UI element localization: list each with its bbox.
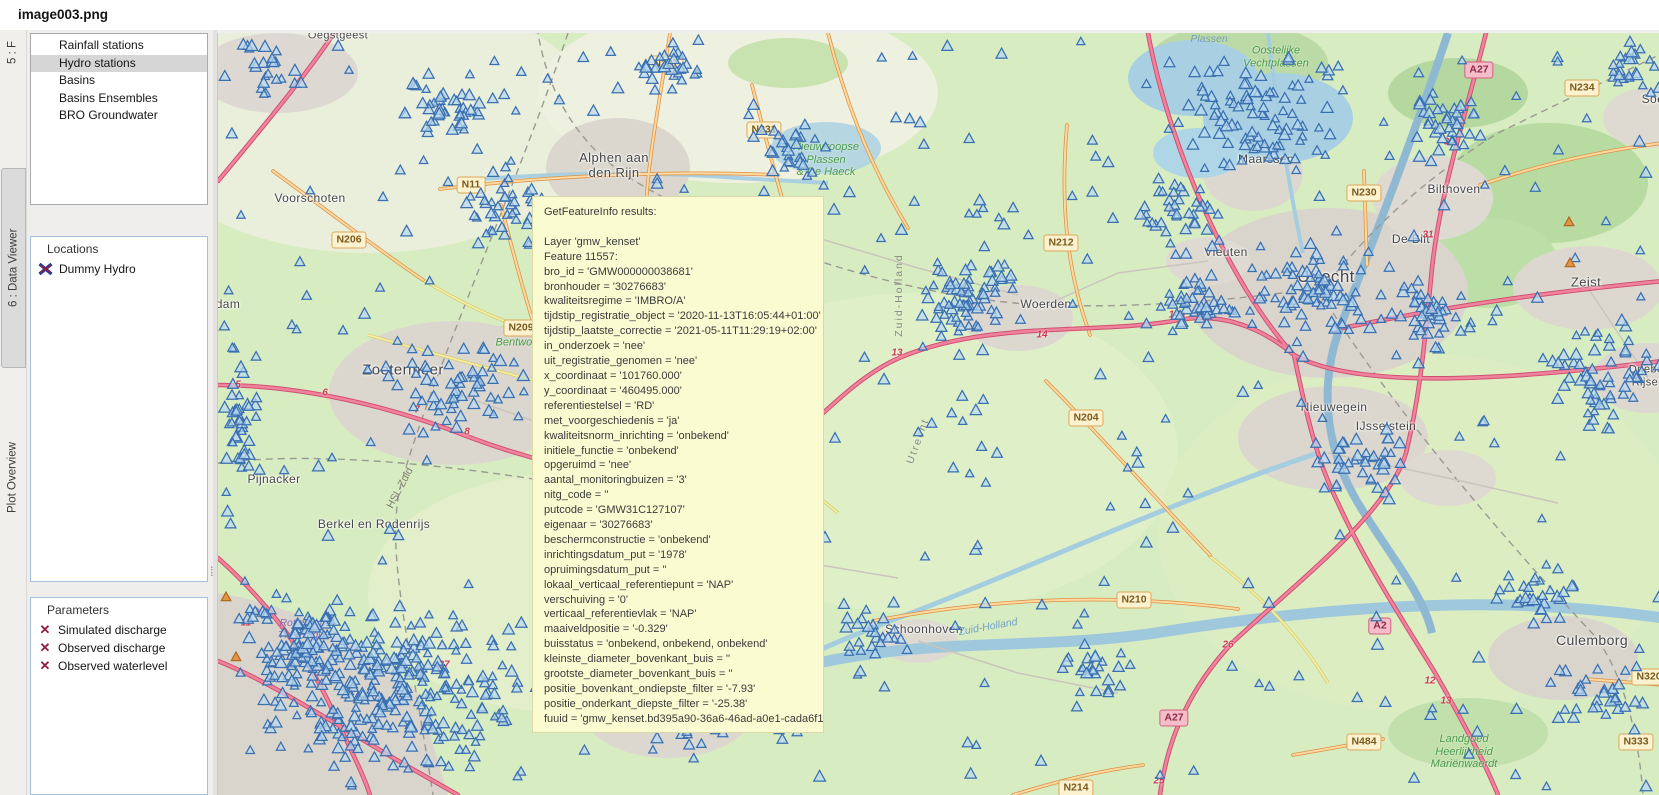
left-tab-strip: 5 : F 6 : Data Viewer Plot Overview: [0, 0, 27, 795]
tooltip-line: kwaliteitsregime = 'IMBRO/A': [544, 294, 817, 309]
tooltip-line: met_voorgeschiedenis = 'ja': [544, 414, 817, 429]
tooltip-line: referentiestelsel = 'RD': [544, 399, 817, 414]
window-title: image003.png: [0, 0, 108, 30]
tooltip-line: fuuid = 'gmw_kenset.bd395a90-36a6-46ad-a…: [544, 712, 817, 727]
tooltip-line: maaiveldpositie = '-0.329': [544, 622, 817, 637]
tooltip-line: x_coordinaat = '101760.000': [544, 369, 817, 384]
tooltip-line: eigenaar = '30276683': [544, 518, 817, 533]
location-item-dummy-hydro[interactable]: Dummy Hydro: [31, 260, 207, 278]
tooltip-line: positie_onderkant_diepste_filter = '-25.…: [544, 697, 817, 712]
parameter-item-simulated-discharge[interactable]: ✕ Simulated discharge: [31, 621, 207, 639]
tooltip-line: initiele_functie = 'onbekend': [544, 444, 817, 459]
tooltip-line: Feature 11557:: [544, 250, 817, 265]
map-base-layer: [218, 33, 1659, 795]
x-marker-icon: ✕: [38, 623, 52, 637]
window-title-bar: image003.png: [0, 0, 1659, 30]
tooltip-line: bro_id = 'GMW000000038681': [544, 265, 817, 280]
layers-list-item-basins[interactable]: Basins: [31, 72, 207, 90]
parameter-item-label: Observed waterlevel: [58, 659, 167, 673]
tooltip-line: [544, 220, 817, 235]
parameters-items: ✕Simulated discharge✕Observed discharge✕…: [31, 621, 207, 675]
locations-items: Dummy Hydro: [31, 260, 207, 278]
layers-list-item-rainfall-stations[interactable]: Rainfall stations: [31, 37, 207, 55]
tooltip-line: tijdstip_registratie_object = '2020-11-1…: [544, 309, 817, 324]
hydro-location-marker-icon: [38, 262, 53, 276]
map-viewport[interactable]: OegstgeestVoorschotenAlphen aan den Rijn…: [217, 33, 1659, 795]
tooltip-line: kleinste_diameter_bovenkant_buis = '': [544, 652, 817, 667]
tooltip-line: Layer 'gmw_kenset': [544, 235, 817, 250]
tooltip-line: y_coordinaat = '460495.000': [544, 384, 817, 399]
parameter-item-label: Simulated discharge: [58, 623, 167, 637]
panel-splitter[interactable]: ⁞: [213, 30, 217, 795]
parameters-panel-title: Parameters: [31, 598, 207, 621]
tooltip-line: positie_bovenkant_ondiepste_filter = '-7…: [544, 682, 817, 697]
tooltip-line: grootste_diameter_bovenkant_buis = '': [544, 667, 817, 682]
tooltip-line: putcode = 'GMW31C127107': [544, 503, 817, 518]
parameter-item-observed-waterlevel[interactable]: ✕ Observed waterlevel: [31, 657, 207, 675]
parameter-item-observed-discharge[interactable]: ✕ Observed discharge: [31, 639, 207, 657]
sidebar: Rainfall stationsHydro stationsBasinsBas…: [27, 30, 213, 795]
tooltip-line: verschuiving = '0': [544, 593, 817, 608]
tooltip-line: opgeruimd = 'nee': [544, 458, 817, 473]
tooltip-line: in_onderzoek = 'nee': [544, 339, 817, 354]
layers-list-item-hydro-stations[interactable]: Hydro stations: [31, 55, 207, 73]
application-window: image003.png 5 : F 6 : Data Viewer Plot Ov…: [0, 0, 1659, 795]
nav-tab-plot-overview[interactable]: Plot Overview: [1, 382, 24, 574]
parameter-item-label: Observed discharge: [58, 641, 165, 655]
tooltip-line: uit_registratie_genomen = 'nee': [544, 354, 817, 369]
tooltip-line: nitg_code = '': [544, 488, 817, 503]
tooltip-line: aantal_monitoringbuizen = '3': [544, 473, 817, 488]
tooltip-line: kwaliteitsnorm_inrichting = 'onbekend': [544, 429, 817, 444]
locations-panel: Locations Dummy Hydro: [30, 236, 208, 582]
tooltip-line: verticaal_referentievlak = 'NAP': [544, 607, 817, 622]
tooltip-line: GetFeatureInfo results:: [544, 205, 817, 220]
locations-panel-title: Locations: [31, 237, 207, 260]
tooltip-line: opruimingsdatum_put = '': [544, 563, 817, 578]
tooltip-line: tijdstip_laatste_correctie = '2021-05-11…: [544, 324, 817, 339]
x-marker-icon: ✕: [38, 641, 52, 655]
tooltip-line: inrichtingsdatum_put = '1978': [544, 548, 817, 563]
x-marker-icon: ✕: [38, 659, 52, 673]
tooltip-line: buisstatus = 'onbekend, onbekend, onbeke…: [544, 637, 817, 652]
layers-list: Rainfall stationsHydro stationsBasinsBas…: [30, 33, 208, 205]
layers-list-item-basins-ensembles[interactable]: Basins Ensembles: [31, 90, 207, 108]
getfeatureinfo-tooltip: GetFeatureInfo results: Layer 'gmw_kense…: [532, 196, 824, 733]
layers-list-item-bro-groundwater[interactable]: BRO Groundwater: [31, 107, 207, 125]
tooltip-line: bronhouder = '30276683': [544, 280, 817, 295]
splitter-grip-icon: ⁞: [210, 568, 214, 575]
tooltip-line: beschermconstructie = 'onbekend': [544, 533, 817, 548]
location-item-label: Dummy Hydro: [59, 262, 136, 276]
nav-tab-5-f[interactable]: 5 : F: [1, 32, 24, 72]
parameters-panel: Parameters ✕ Simulated discharge ✕ Observed…: [30, 597, 208, 795]
nav-tab-6-data-viewer[interactable]: 6 : Data Viewer: [1, 168, 26, 368]
tooltip-line: lokaal_verticaal_referentiepunt = 'NAP': [544, 578, 817, 593]
